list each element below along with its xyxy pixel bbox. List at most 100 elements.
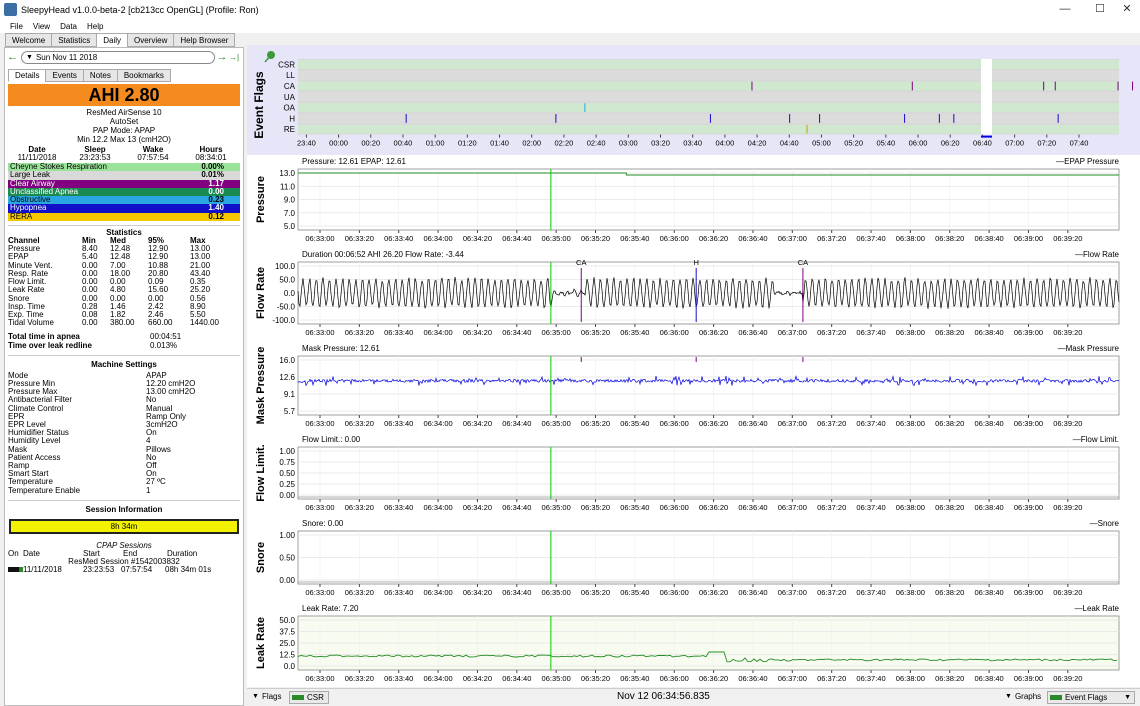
subtab-details[interactable]: Details xyxy=(8,69,47,82)
csr-label: CSR xyxy=(307,693,324,702)
index-value: 0.12 xyxy=(208,211,224,221)
menu-help[interactable]: Help xyxy=(87,22,103,31)
y-tick-label: 1.00 xyxy=(279,531,295,540)
session-summary: Date Sleep Wake Hours 11/11/2018 23:23:5… xyxy=(5,146,243,162)
y-tick-label: 16.0 xyxy=(279,356,295,365)
x-tick-label: 06:36:20 xyxy=(699,588,728,597)
y-tick-label: 9.1 xyxy=(284,390,296,399)
x-tick-label: 06:36:40 xyxy=(738,588,767,597)
y-tick-label: 12.6 xyxy=(279,373,295,382)
x-tick-label: 06:33:40 xyxy=(384,328,413,337)
x-tick-label: 06:33:00 xyxy=(305,588,334,597)
minimize-button[interactable]: — xyxy=(1050,0,1080,19)
y-tick-label: 11.0 xyxy=(280,182,296,191)
summary-wake: 07:57:54 xyxy=(137,153,169,162)
chart-5[interactable]: Leak Rate: 7.20 —Leak Rate Leak Rate 50.0 37… xyxy=(247,602,1140,687)
chart-info: Flow Limit.: 0.00 xyxy=(302,435,361,444)
x-tick-label: 06:38:40 xyxy=(975,419,1004,428)
chevron-down-icon: ▼ xyxy=(1124,694,1131,701)
y-tick-label: 0.50 xyxy=(279,554,295,563)
tab-welcome[interactable]: Welcome xyxy=(5,33,53,47)
total-value: 0.013% xyxy=(150,340,178,350)
session-row[interactable]: 11/11/2018 23:23:53 07:57:54 08h 34m 01s xyxy=(5,564,243,574)
x-tick-label: 06:36:00 xyxy=(660,503,689,512)
menu-file[interactable]: File xyxy=(10,22,23,31)
subtab-notes[interactable]: Notes xyxy=(82,69,118,82)
x-tick-label: 06:36:40 xyxy=(738,419,767,428)
setting-name: Humidity Level xyxy=(8,436,61,446)
csr-dropdown[interactable]: CSR xyxy=(289,691,329,704)
tab-overview[interactable]: Overview xyxy=(127,33,175,47)
x-tick-label: 06:37:40 xyxy=(856,503,885,512)
x-tick-label: 06:33:20 xyxy=(345,503,374,512)
x-tick-label: 06:36:00 xyxy=(660,419,689,428)
session-enabled-toggle[interactable] xyxy=(8,567,23,573)
event-flags-graph[interactable]: CSR LL CA UA OAH RE23:40 00:00 00:20 00:40 01:00 0… xyxy=(247,45,1140,155)
last-day-button[interactable]: →| xyxy=(229,53,241,62)
tab-help-browser[interactable]: Help Browser xyxy=(173,33,236,47)
divider xyxy=(8,499,240,501)
totals-table: Total time in apnea 00:04:51 Time over lea… xyxy=(5,333,243,350)
flag-row-label: CSR xyxy=(278,60,295,69)
menu-data[interactable]: Data xyxy=(60,22,77,31)
flag-row-band xyxy=(298,103,1119,112)
flag-tick-label: 06:00 xyxy=(909,139,928,148)
pressure-range: Min 12.2 Max 13 (cmH2O) xyxy=(77,135,171,144)
x-tick-label: 06:35:40 xyxy=(620,234,649,243)
x-tick-label: 06:33:20 xyxy=(345,328,374,337)
graph-selector-dropdown[interactable]: Event Flags ▼ xyxy=(1047,691,1135,704)
x-tick-label: 06:37:40 xyxy=(856,234,885,243)
chart-4[interactable]: Snore: 0.00 —Snore Snore 1.00 0.50 0.00 06:33:… xyxy=(247,517,1140,601)
ahi-banner: AHI 2.80 xyxy=(8,84,240,106)
x-tick-label: 06:37:40 xyxy=(856,588,885,597)
event-marker-label: CA xyxy=(576,258,586,267)
subtab-bookmarks[interactable]: Bookmarks xyxy=(116,69,171,82)
prev-day-button[interactable]: ← xyxy=(7,51,21,63)
flag-tick-label: 06:40 xyxy=(973,139,992,148)
event-marker-label: H xyxy=(693,258,698,267)
subtab-events[interactable]: Events xyxy=(45,69,84,82)
x-tick-label: 06:34:20 xyxy=(463,674,492,683)
tab-daily[interactable]: Daily xyxy=(96,33,128,48)
chart-2[interactable]: Mask Pressure: 12.61 —Mask Pressure Mask P… xyxy=(247,342,1140,432)
chart-label: Pressure xyxy=(255,176,267,223)
x-tick-label: 06:33:40 xyxy=(384,503,413,512)
tab-statistics[interactable]: Statistics xyxy=(51,33,98,47)
flags-toggle[interactable]: ▼ Flags xyxy=(252,692,282,701)
x-tick-label: 06:33:40 xyxy=(384,419,413,428)
y-tick-label: -100.0 xyxy=(272,316,295,325)
flag-row-band xyxy=(298,124,1119,134)
session-end: 07:57:54 xyxy=(121,564,153,574)
chart-0[interactable]: Pressure: 12.61 EPAP: 12.61 —EPAP Pressur… xyxy=(247,155,1140,247)
x-tick-label: 06:35:40 xyxy=(620,674,649,683)
session-duration-bar[interactable]: 8h 34m xyxy=(9,518,239,534)
summary-date: 11/11/2018 xyxy=(17,153,57,162)
close-button[interactable]: ✕ xyxy=(1112,0,1140,19)
setting-value: 1 xyxy=(146,485,151,495)
graphs-toggle[interactable]: ▼ Graphs xyxy=(1005,692,1041,701)
chart-3[interactable]: Flow Limit.: 0.00 —Flow Limit. Flow Limit.… xyxy=(247,433,1140,516)
y-tick-label: 50.0 xyxy=(279,276,295,285)
x-tick-label: 06:37:00 xyxy=(778,503,807,512)
x-tick-label: 06:34:00 xyxy=(423,503,452,512)
x-tick-label: 06:36:00 xyxy=(660,234,689,243)
summary-sleep: 23:23:53 xyxy=(79,153,111,162)
x-tick-label: 06:35:00 xyxy=(542,328,571,337)
index-row[interactable]: Hypopnea 1.40 xyxy=(8,204,240,213)
chart-legend: —Mask Pressure xyxy=(1058,344,1120,353)
x-tick-label: 06:34:40 xyxy=(502,588,531,597)
index-row[interactable]: RERA 0.12 xyxy=(8,211,240,222)
x-tick-label: 06:33:20 xyxy=(345,234,374,243)
menu-view[interactable]: View xyxy=(33,22,50,31)
chart-1[interactable]: Duration 00:06:52 AHI 26.20 Flow Rate: -… xyxy=(247,248,1140,341)
x-tick-label: 06:38:40 xyxy=(975,588,1004,597)
date-picker[interactable]: ▼ Sun Nov 11 2018 xyxy=(21,50,215,64)
x-tick-label: 06:34:40 xyxy=(502,419,531,428)
x-tick-label: 06:34:20 xyxy=(463,328,492,337)
index-name: RERA xyxy=(10,211,33,221)
x-tick-label: 06:34:40 xyxy=(502,234,531,243)
next-day-button[interactable]: → xyxy=(215,51,229,63)
maximize-button[interactable]: ☐ xyxy=(1085,0,1115,19)
y-tick-label: 0.0 xyxy=(284,289,296,298)
event-marker-label: CA xyxy=(798,258,808,267)
